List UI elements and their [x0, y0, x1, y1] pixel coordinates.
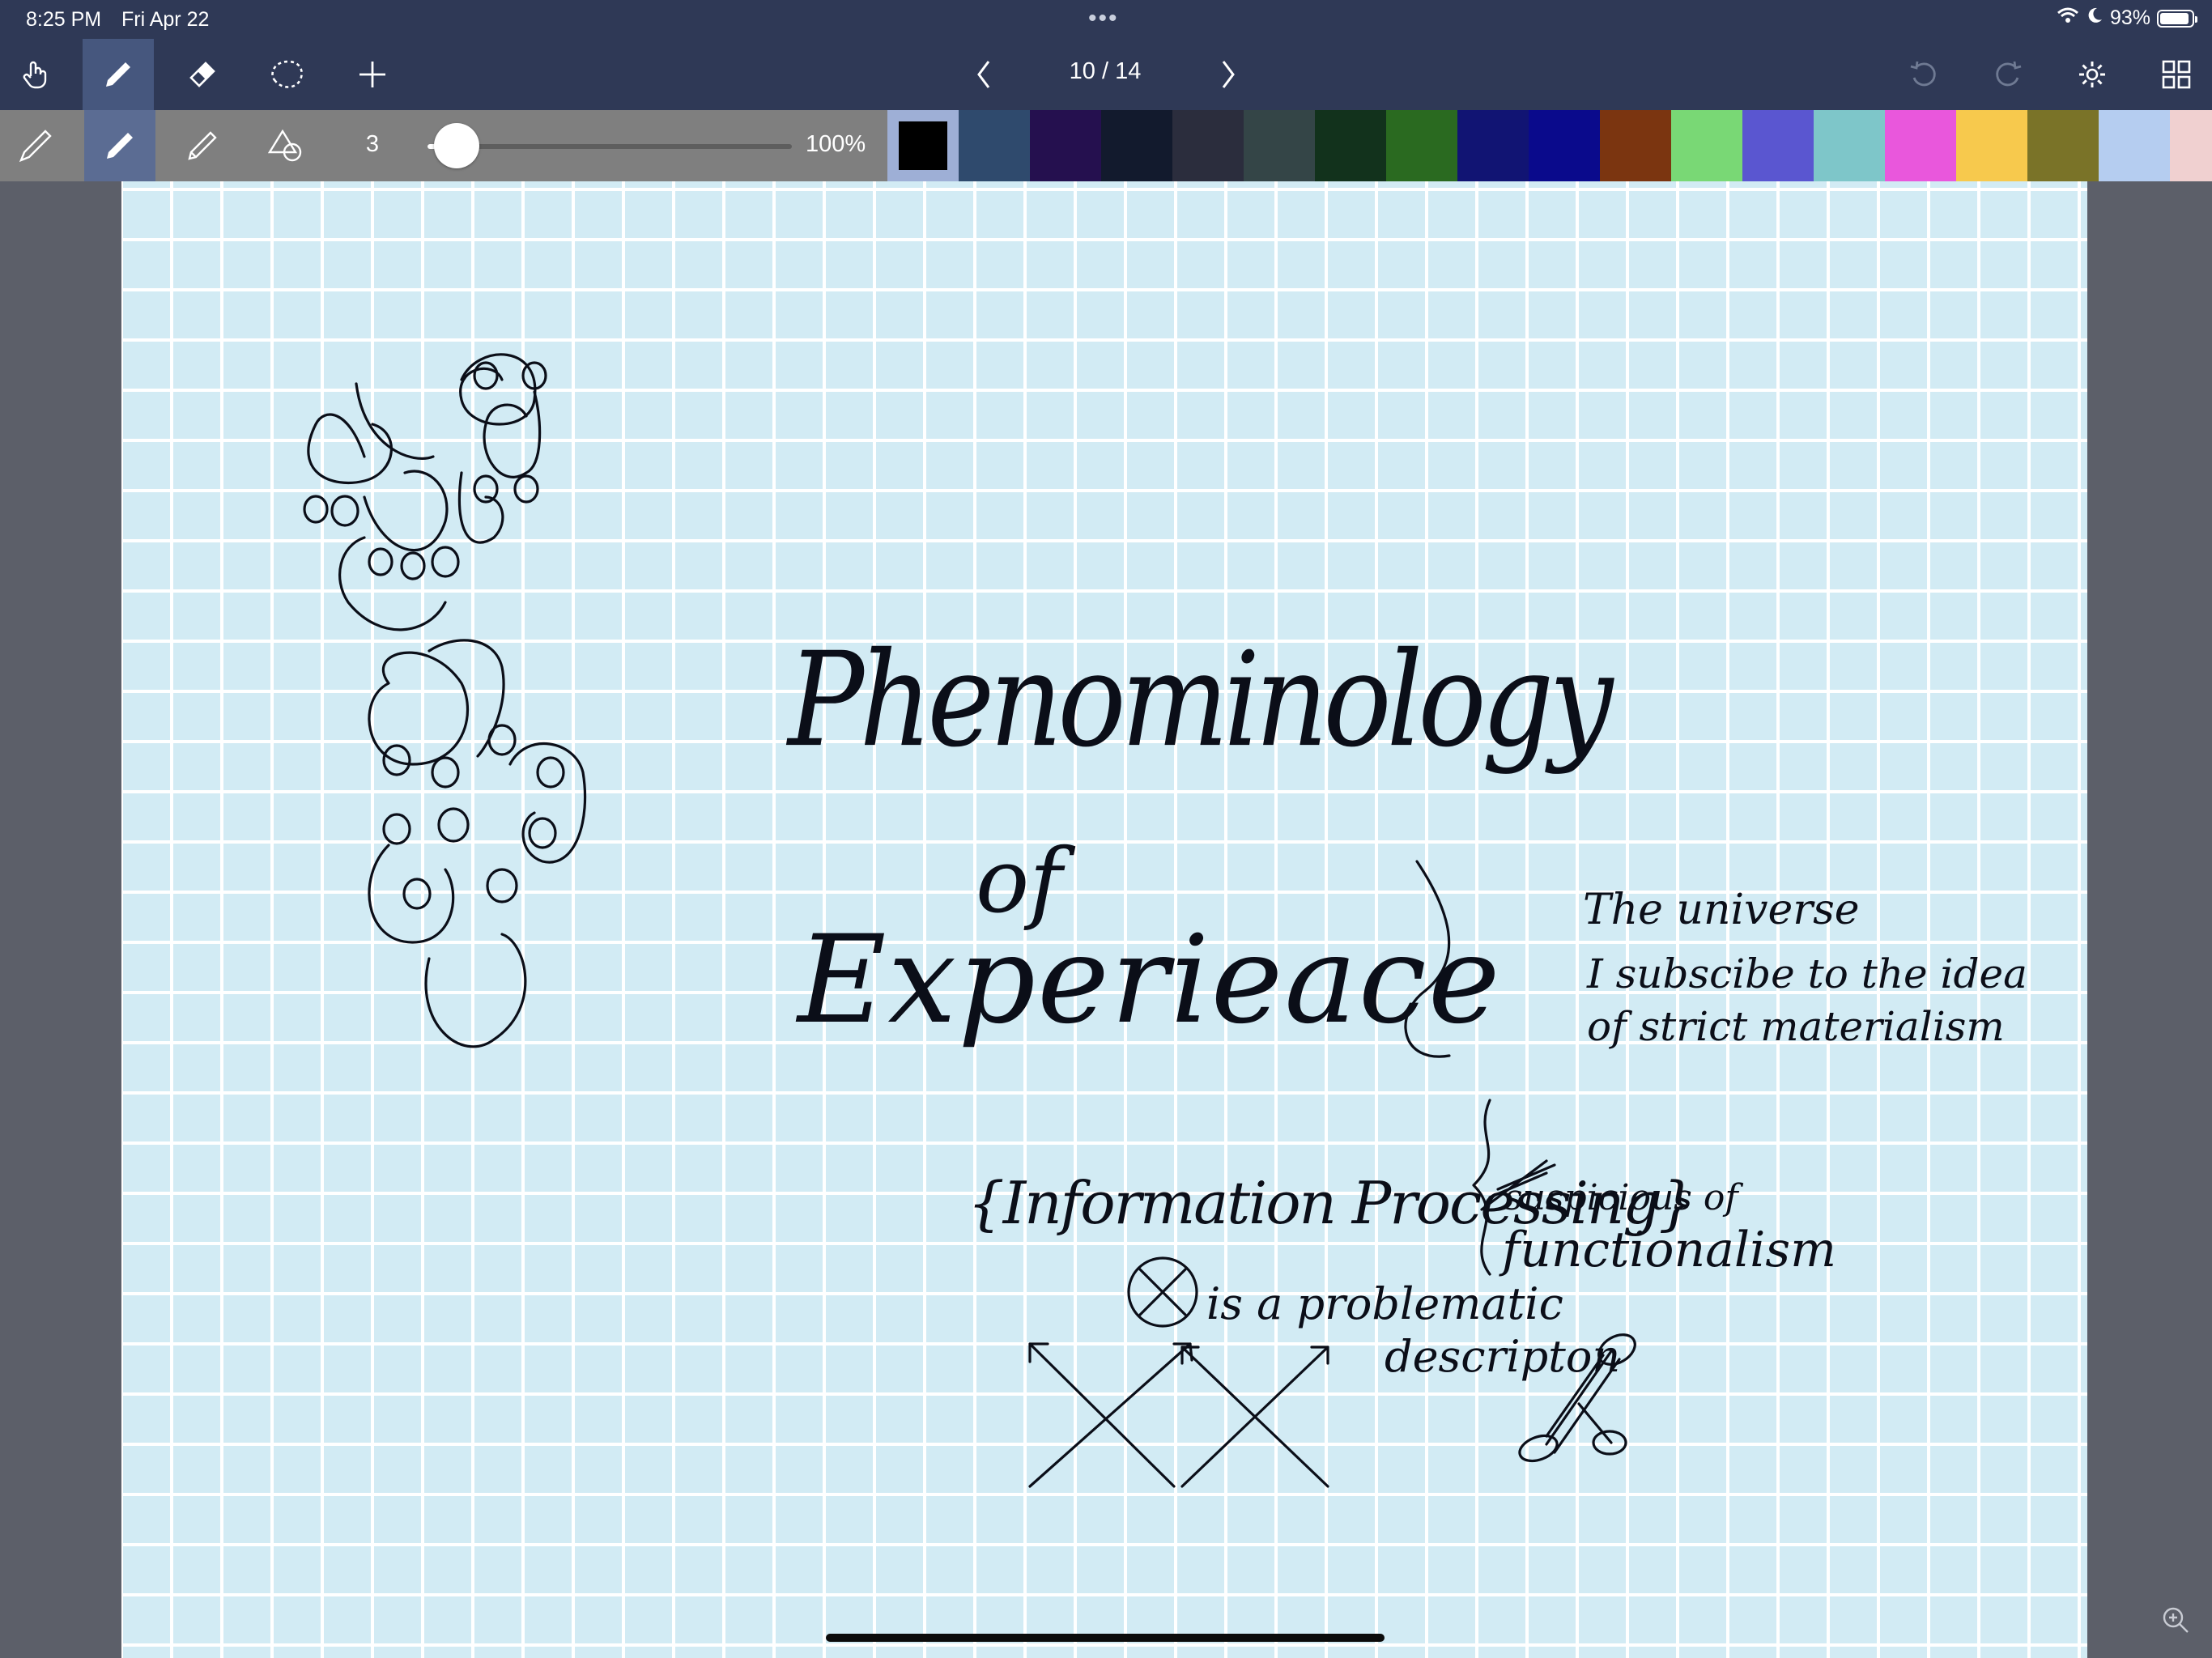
pencil-icon: [188, 131, 217, 160]
hand-icon: [23, 61, 47, 89]
color-palette: [887, 110, 2212, 181]
chevron-left-icon: [977, 61, 990, 88]
undo-button[interactable]: [1888, 39, 1959, 110]
color-swatch[interactable]: [1956, 110, 2027, 181]
color-swatch[interactable]: [1315, 110, 1386, 181]
color-swatch[interactable]: [1600, 110, 1671, 181]
color-swatch[interactable]: [1172, 110, 1244, 181]
battery-fill: [2160, 12, 2189, 24]
slider-knob[interactable]: [434, 123, 479, 168]
pen-size-slider[interactable]: [428, 123, 792, 168]
ballpoint-pen-icon: [107, 133, 133, 159]
pencil-button[interactable]: [167, 110, 238, 181]
redo-button[interactable]: [1972, 39, 2044, 110]
main-toolbar: 10 / 14: [0, 39, 2212, 110]
note-suspicious: suspicious of: [1504, 1177, 1738, 1218]
status-bar: 8:25 PM Fri Apr 22 ••• 93%: [0, 0, 2212, 39]
color-swatch[interactable]: [1671, 110, 1742, 181]
note-title-line3: Experieace: [798, 910, 1502, 1051]
color-swatch[interactable]: [959, 110, 1030, 181]
color-swatch[interactable]: [2099, 110, 2170, 181]
color-swatch[interactable]: [2170, 110, 2212, 181]
lasso-tool-button[interactable]: [251, 39, 322, 110]
zoom-in-icon[interactable]: [2160, 1605, 2193, 1641]
color-swatch[interactable]: [2027, 110, 2099, 181]
home-indicator[interactable]: [826, 1634, 1385, 1642]
color-swatch[interactable]: [1386, 110, 1457, 181]
note-subscribe-line1: I subscibe to the idea: [1587, 950, 2027, 997]
color-swatch[interactable]: [1457, 110, 1529, 181]
status-date: Fri Apr 22: [121, 8, 210, 31]
ballpoint-pen-button[interactable]: [84, 110, 155, 181]
pen-tool-button[interactable]: [83, 39, 154, 110]
do-not-disturb-moon-icon: [2086, 6, 2104, 30]
color-swatch[interactable]: [1529, 110, 1600, 181]
shapes-button[interactable]: [251, 110, 322, 181]
status-right: 93%: [2057, 6, 2197, 30]
page-indicator[interactable]: 10 / 14: [1069, 58, 1142, 85]
note-description: descripton: [1385, 1331, 1621, 1382]
previous-page-button[interactable]: [955, 39, 1012, 110]
status-time: 8:25 PM: [26, 8, 102, 31]
note-title-line1: Phenominology: [788, 624, 1613, 777]
shapes-icon: [268, 129, 302, 162]
note-subscribe-line2: of strict materialism: [1587, 1003, 2005, 1050]
lasso-icon: [271, 60, 303, 88]
color-swatch[interactable]: [1244, 110, 1315, 181]
grid-view-button[interactable]: [2141, 39, 2212, 110]
battery-icon: [2157, 9, 2197, 28]
color-swatch[interactable]: [1742, 110, 1814, 181]
multitasking-dots-icon[interactable]: •••: [1088, 5, 1119, 32]
color-swatch[interactable]: [1101, 110, 1172, 181]
pen-size-value: 3: [365, 131, 380, 157]
add-icon: [359, 62, 385, 87]
wifi-icon: [2057, 6, 2079, 30]
settings-button[interactable]: [2057, 39, 2128, 110]
zoom-value: 100%: [806, 131, 866, 157]
hand-tool-button[interactable]: [0, 39, 71, 110]
note-universe: The universe: [1583, 886, 1860, 934]
color-swatch[interactable]: [1030, 110, 1101, 181]
grid-view-icon: [2162, 60, 2191, 89]
color-swatch[interactable]: [1814, 110, 1885, 181]
battery-percent: 93%: [2109, 6, 2150, 29]
note-page[interactable]: Phenominology of Experieace The universe…: [121, 181, 2087, 1658]
chevron-right-icon: [1222, 61, 1235, 88]
next-page-button[interactable]: [1200, 39, 1257, 110]
eraser-icon: [189, 62, 215, 87]
add-button[interactable]: [337, 39, 408, 110]
selected-color-fill: [899, 121, 947, 170]
fountain-pen-button[interactable]: [0, 110, 71, 181]
fountain-pen-icon: [19, 130, 52, 163]
eraser-tool-button[interactable]: [167, 39, 238, 110]
settings-icon: [2079, 62, 2105, 87]
pen-options-bar: 3 100%: [0, 110, 2212, 181]
undo-icon: [1910, 61, 1936, 87]
color-swatch[interactable]: [887, 110, 959, 181]
redo-icon: [1996, 61, 2022, 87]
color-swatch[interactable]: [1885, 110, 1956, 181]
note-problematic: is a problematic: [1206, 1278, 1563, 1329]
note-functionalism: functionalism: [1502, 1222, 1836, 1278]
pen-icon: [106, 62, 130, 87]
